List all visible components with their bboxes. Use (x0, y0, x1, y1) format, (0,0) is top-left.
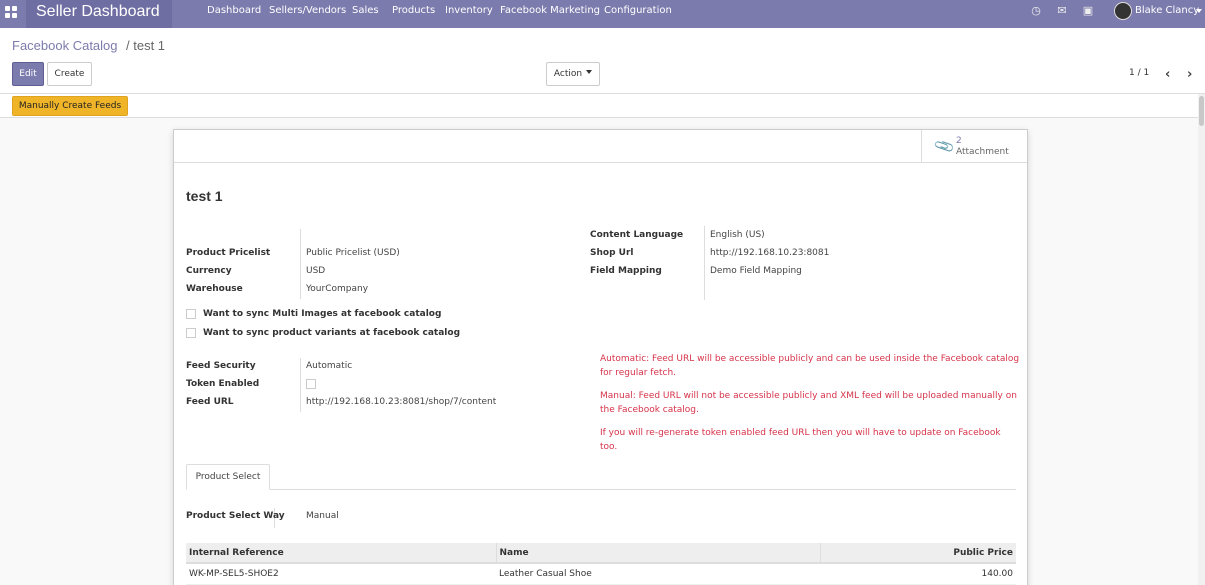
label-content-language: Content Language (590, 230, 684, 240)
menu-products[interactable]: Products (392, 0, 435, 28)
note-manual: Manual: Feed URL will not be accessible … (600, 391, 1017, 415)
products-table: Internal Reference Name Public Price WK-… (186, 543, 1016, 585)
field-feed-security[interactable]: Automatic (306, 361, 352, 371)
label-field-mapping: Field Mapping (590, 266, 662, 276)
menu-configuration[interactable]: Configuration (604, 0, 672, 28)
manually-create-feeds-button[interactable]: Manually Create Feeds (12, 96, 128, 116)
action-dropdown[interactable]: Action (546, 62, 600, 86)
form-sheet: 📎 2 Attachment test 1 Product Pricelist … (173, 129, 1028, 585)
menu-sellers-vendors[interactable]: Sellers/Vendors (269, 0, 346, 28)
tab-product-select[interactable]: Product Select (186, 464, 270, 490)
breadcrumb-parent[interactable]: Facebook Catalog (12, 38, 118, 53)
user-avatar[interactable] (1114, 2, 1132, 20)
edit-button[interactable]: Edit (12, 62, 44, 86)
notebook-tab-bar (186, 489, 1016, 490)
button-box: 📎 2 Attachment (174, 130, 1027, 163)
field-shop-url[interactable]: http://192.168.10.23:8081 (710, 248, 829, 258)
label-product-pricelist: Product Pricelist (186, 248, 271, 258)
attachment-label: Attachment (956, 147, 1009, 157)
cell-name: Leather Casual Shoe (496, 563, 820, 585)
field-product-pricelist[interactable]: Public Pricelist (USD) (306, 248, 400, 258)
attachment-button[interactable]: 📎 2 Attachment (921, 130, 1027, 163)
sync-variants-label: Want to sync product variants at faceboo… (203, 328, 461, 338)
menu-sales[interactable]: Sales (352, 0, 379, 28)
record-title: test 1 (186, 188, 223, 204)
scrollbar-thumb[interactable] (1199, 96, 1204, 126)
label-product-select-way: Product Select Way (186, 511, 285, 521)
chat-icon[interactable]: ✉ (1055, 4, 1069, 18)
app-brand[interactable]: Seller Dashboard (26, 0, 172, 28)
table-header-row: Internal Reference Name Public Price (186, 543, 1016, 564)
left-group-divider (300, 229, 301, 299)
menu-dashboard[interactable]: Dashboard (207, 0, 261, 28)
column-name[interactable]: Name (496, 543, 821, 564)
label-feed-url: Feed URL (186, 397, 234, 407)
table-row[interactable]: WK-MP-SEL5-SHOE2 Leather Casual Shoe 140… (186, 563, 1016, 585)
sync-variants-checkbox[interactable] (186, 328, 196, 338)
token-enabled-checkbox[interactable] (306, 379, 316, 389)
column-public-price[interactable]: Public Price (820, 543, 1016, 564)
label-warehouse: Warehouse (186, 284, 243, 294)
note-token: If you will re-generate token enabled fe… (600, 428, 1001, 452)
sync-multi-images-label: Want to sync Multi Images at facebook ca… (203, 309, 442, 319)
field-content-language[interactable]: English (US) (710, 230, 765, 240)
cell-internal-reference: WK-MP-SEL5-SHOE2 (186, 563, 496, 585)
security-group-divider (300, 358, 301, 412)
status-bar: Manually Create Feeds (0, 94, 1198, 118)
menu-facebook-marketing[interactable]: Facebook Marketing (500, 0, 600, 28)
label-shop-url: Shop Url (590, 248, 634, 258)
gift-icon[interactable]: ▣ (1081, 4, 1095, 18)
clock-icon[interactable]: ◷ (1029, 4, 1043, 18)
note-automatic: Automatic: Feed URL will be accessible p… (600, 354, 1020, 378)
chevron-left-icon[interactable]: ‹ (1165, 67, 1170, 82)
label-feed-security: Feed Security (186, 361, 256, 371)
field-warehouse[interactable]: YourCompany (306, 284, 368, 294)
breadcrumb-current: / test 1 (126, 38, 166, 53)
label-token-enabled: Token Enabled (186, 379, 260, 389)
sync-multi-images-checkbox[interactable] (186, 309, 196, 319)
right-group-divider (704, 226, 705, 300)
top-navbar: Seller Dashboard Dashboard Sellers/Vendo… (0, 0, 1205, 28)
attachment-count: 2 (956, 136, 962, 146)
column-internal-reference[interactable]: Internal Reference (186, 543, 497, 564)
field-product-select-way[interactable]: Manual (306, 511, 339, 521)
cell-public-price: 140.00 (820, 563, 1016, 585)
field-feed-url[interactable]: http://192.168.10.23:8081/shop/7/content (306, 397, 496, 407)
chevron-right-icon[interactable]: › (1187, 67, 1192, 82)
scrollbar-track[interactable] (1198, 94, 1205, 585)
paperclip-icon: 📎 (933, 135, 957, 159)
caret-down-icon (586, 70, 593, 74)
create-button[interactable]: Create (47, 62, 92, 86)
user-menu-caret-icon[interactable] (1196, 9, 1202, 13)
field-currency[interactable]: USD (306, 266, 325, 276)
apps-grid-icon[interactable] (5, 6, 19, 20)
menu-inventory[interactable]: Inventory (445, 0, 493, 28)
pager-value[interactable]: 1 / 1 (1129, 68, 1149, 78)
user-menu[interactable]: Blake Clancy (1135, 0, 1199, 22)
action-label: Action (553, 69, 583, 79)
control-panel: Facebook Catalog / test 1 Edit Create Ac… (0, 28, 1205, 94)
label-currency: Currency (186, 266, 232, 276)
field-field-mapping[interactable]: Demo Field Mapping (710, 266, 802, 276)
